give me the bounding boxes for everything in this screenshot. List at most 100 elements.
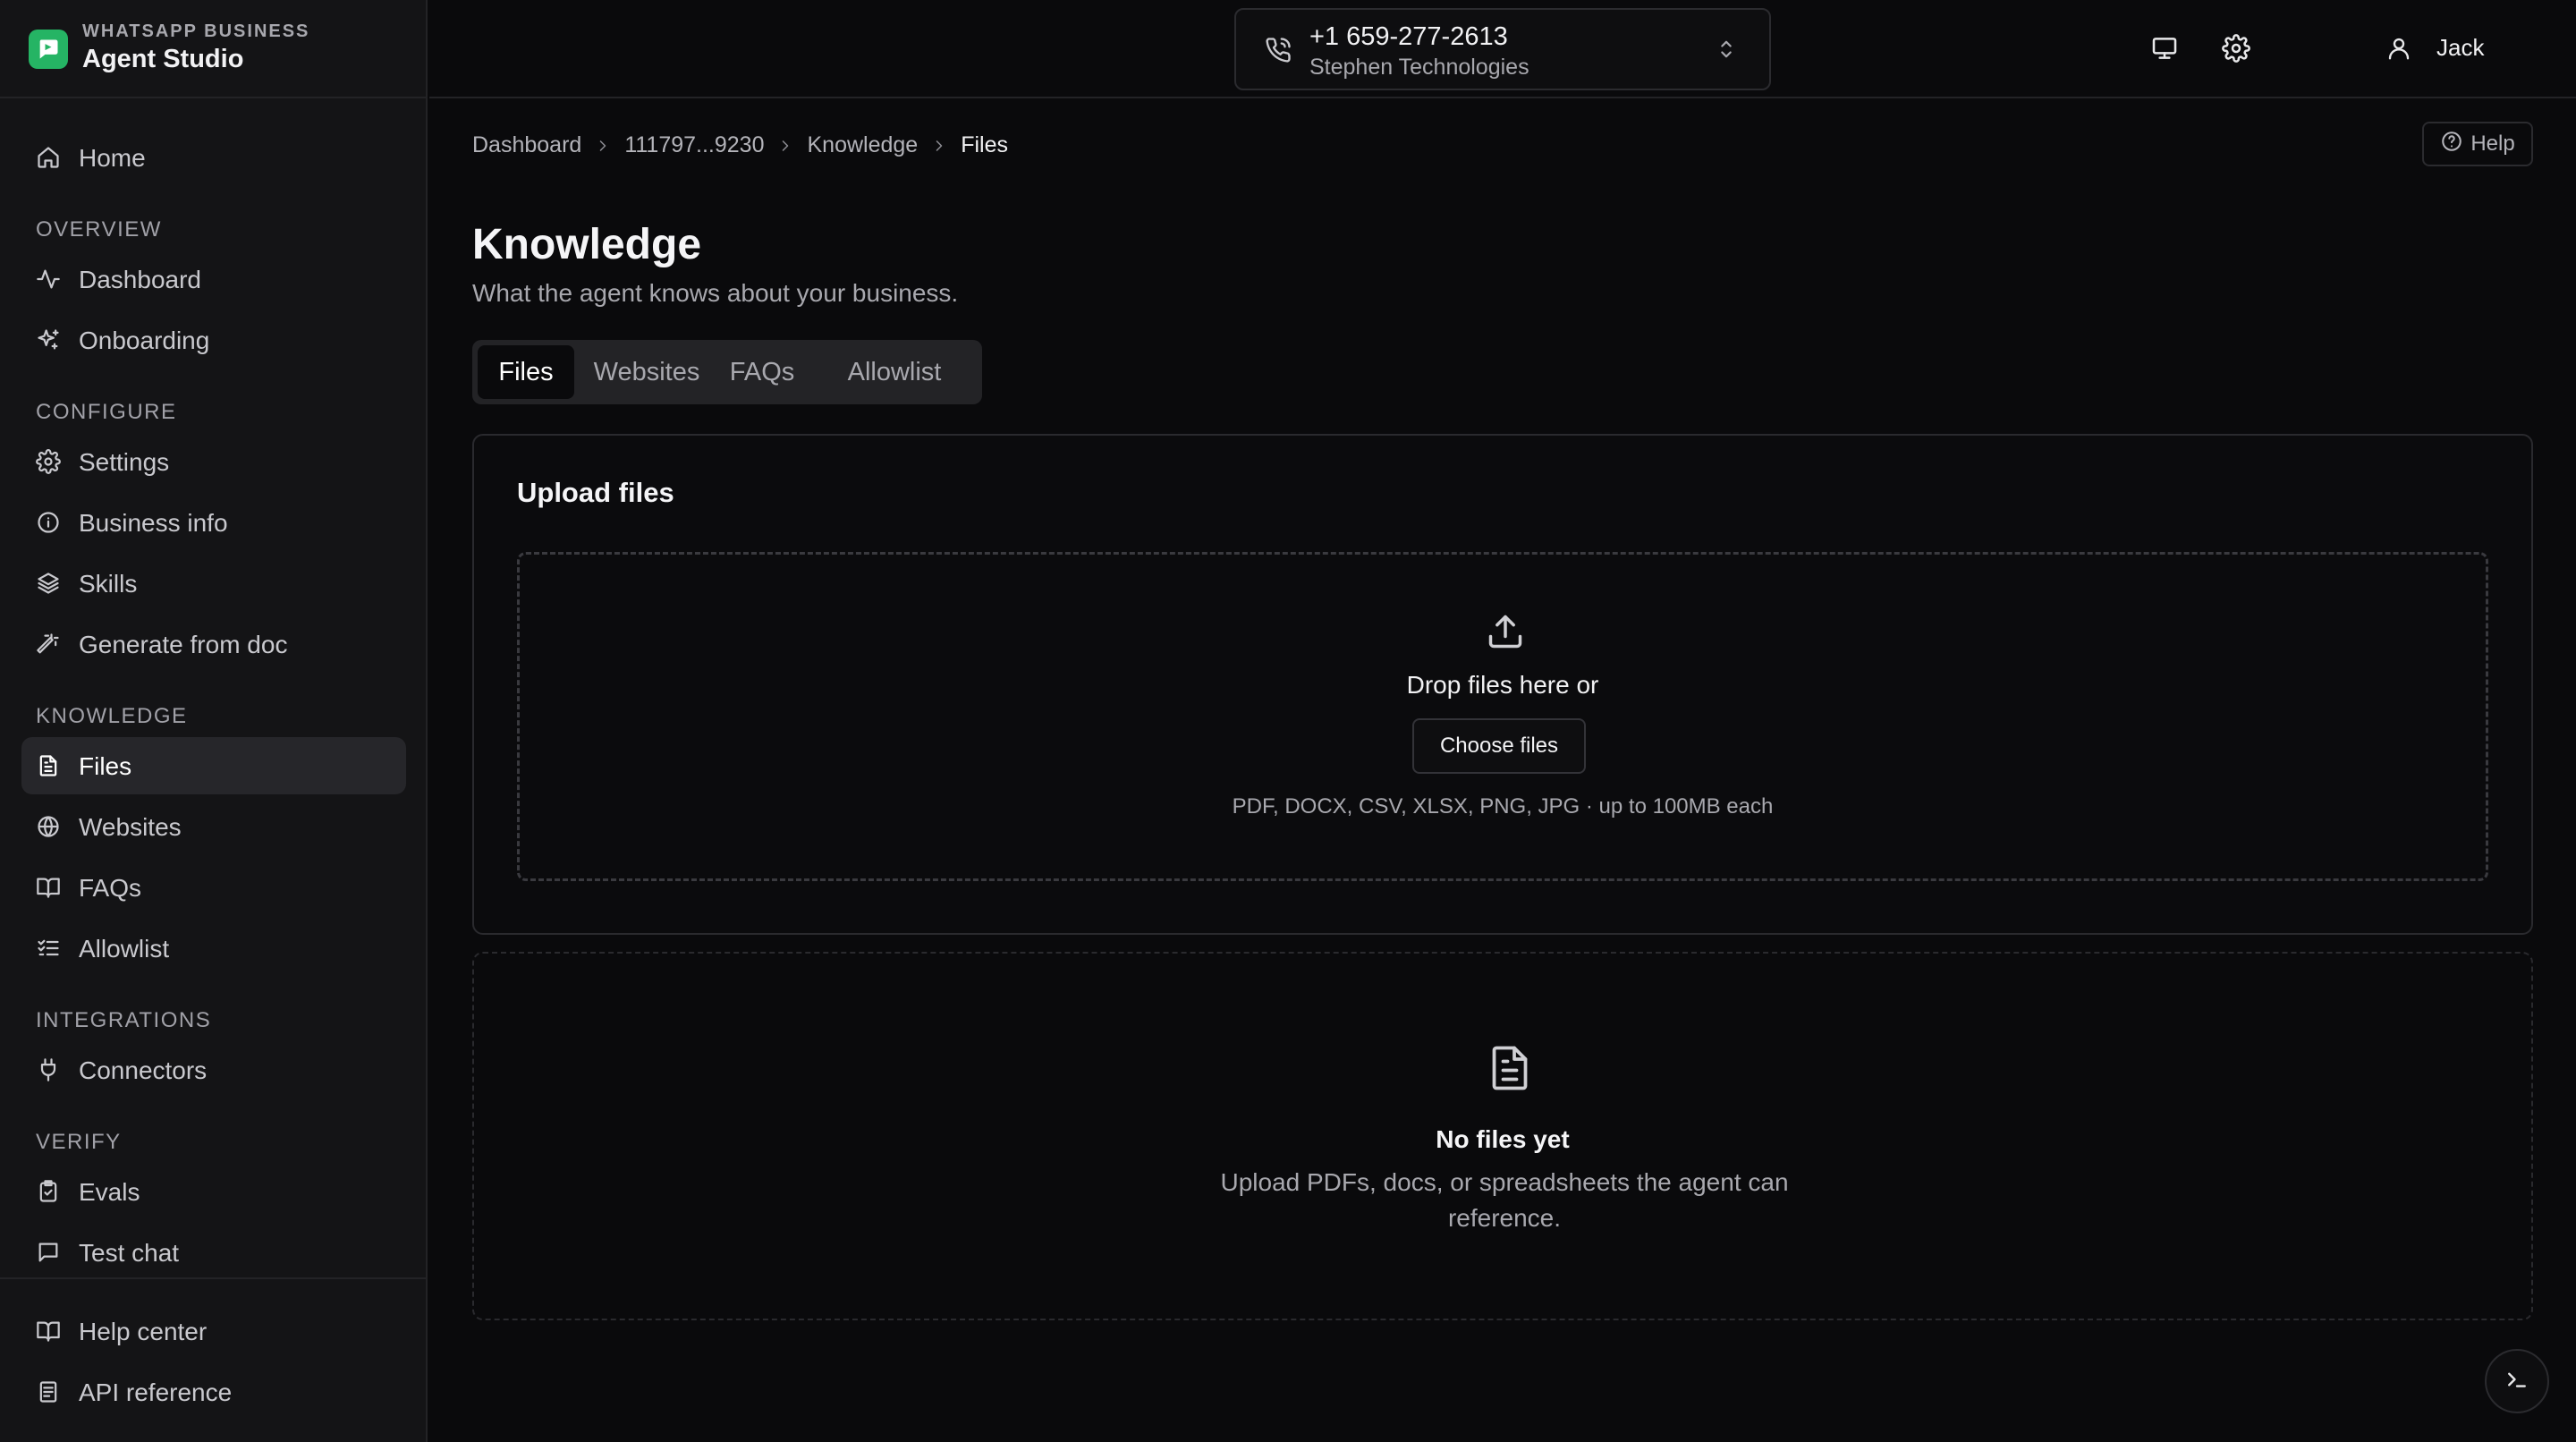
sidebar-item-websites[interactable]: Websites <box>21 798 406 855</box>
page-title: Knowledge <box>472 221 702 268</box>
home-icon <box>36 145 61 170</box>
sidebar-item-onboarding[interactable]: Onboarding <box>21 311 406 369</box>
section-label-configure: CONFIGURE <box>36 400 177 424</box>
breadcrumb-item-account[interactable]: 111797...9230 <box>624 132 764 158</box>
sidebar-item-label: Dashboard <box>79 266 201 293</box>
sidebar: WHATSAPP BUSINESS Agent Studio Home OVER… <box>0 0 428 1442</box>
activity-icon <box>36 267 61 292</box>
gear-icon[interactable] <box>2220 32 2252 64</box>
section-label-integrations: INTEGRATIONS <box>36 1008 212 1032</box>
sidebar-item-label: Websites <box>79 813 182 841</box>
main-content: Dashboard 111797...9230 Knowledge Files … <box>429 100 2576 1442</box>
help-button[interactable]: Help <box>2422 122 2533 166</box>
brand-header: WHATSAPP BUSINESS Agent Studio <box>0 0 428 98</box>
empty-state-description: Upload PDFs, docs, or spreadsheets the a… <box>1220 1168 1789 1232</box>
sidebar-item-label: Settings <box>79 448 170 476</box>
top-bar: +1 659-277-2613 Stephen Technologies Jac… <box>429 0 2576 98</box>
whatsapp-logo-icon <box>29 30 68 69</box>
user-icon[interactable] <box>2383 32 2415 64</box>
drop-files-text: Drop files here or <box>1406 671 1599 699</box>
sidebar-item-files[interactable]: Files <box>21 737 406 794</box>
section-label-knowledge: KNOWLEDGE <box>36 704 188 728</box>
user-name[interactable]: Jack <box>2436 34 2484 62</box>
book-icon <box>36 1319 61 1344</box>
upload-icon <box>1486 612 1525 656</box>
file-text-icon <box>1483 1041 1537 1099</box>
sparkles-icon <box>36 327 61 352</box>
phone-number-selector[interactable]: +1 659-277-2613 Stephen Technologies <box>1234 8 1771 90</box>
empty-state: No files yet Upload PDFs, docs, or sprea… <box>472 952 2533 1320</box>
breadcrumb-item-dashboard[interactable]: Dashboard <box>472 132 581 158</box>
sidebar-item-test-chat[interactable]: Test chat <box>21 1224 406 1281</box>
sidebar-item-label: API reference <box>79 1378 233 1406</box>
page-subtitle: What the agent knows about your business… <box>472 279 959 307</box>
sidebar-item-evals[interactable]: Evals <box>21 1163 406 1220</box>
chevron-right-icon <box>930 137 948 155</box>
sidebar-item-label: Generate from doc <box>79 631 288 658</box>
chevron-up-down-icon <box>1714 37 1739 66</box>
tab-files[interactable]: Files <box>478 345 574 399</box>
globe-icon <box>36 814 61 839</box>
layers-icon <box>36 571 61 596</box>
document-icon <box>36 1379 61 1404</box>
breadcrumb-item-files: Files <box>961 132 1008 157</box>
brand-subtitle: WHATSAPP BUSINESS <box>82 21 310 41</box>
tab-faqs[interactable]: FAQs <box>719 345 805 399</box>
file-icon <box>36 753 61 778</box>
sidebar-item-settings[interactable]: Settings <box>21 433 406 490</box>
tab-allowlist[interactable]: Allowlist <box>812 345 977 399</box>
sidebar-item-label: FAQs <box>79 874 142 902</box>
sidebar-divider <box>0 1277 428 1279</box>
upload-card: Upload files Drop files here or Choose f… <box>472 434 2533 935</box>
sidebar-item-home[interactable]: Home <box>21 129 406 186</box>
sidebar-item-label: Test chat <box>79 1239 180 1267</box>
sidebar-item-help-center[interactable]: Help center <box>21 1302 406 1360</box>
wand-icon <box>36 632 61 657</box>
breadcrumb: Dashboard 111797...9230 Knowledge Files <box>472 132 1008 158</box>
help-button-label: Help <box>2470 131 2515 156</box>
supported-formats-text: PDF, DOCX, CSV, XLSX, PNG, JPG · up to 1… <box>1232 794 1774 819</box>
sidebar-item-connectors[interactable]: Connectors <box>21 1041 406 1098</box>
sidebar-item-label: Allowlist <box>79 935 170 963</box>
section-label-verify: VERIFY <box>36 1130 122 1154</box>
plug-icon <box>36 1057 61 1082</box>
sidebar-item-label: Business info <box>79 509 228 537</box>
empty-state-title: No files yet <box>1436 1125 1570 1153</box>
brand-title: Agent Studio <box>82 45 244 73</box>
breadcrumb-item-knowledge[interactable]: Knowledge <box>807 132 918 158</box>
choose-files-button[interactable]: Choose files <box>1412 718 1586 774</box>
phone-number: +1 659-277-2613 <box>1309 22 1508 51</box>
file-dropzone[interactable]: Drop files here or Choose files PDF, DOC… <box>517 552 2488 881</box>
sidebar-item-generate-from-doc[interactable]: Generate from doc <box>21 615 406 673</box>
section-label-overview: OVERVIEW <box>36 217 162 242</box>
phone-icon <box>1265 37 1292 68</box>
book-icon <box>36 875 61 900</box>
company-name: Stephen Technologies <box>1309 55 1530 80</box>
knowledge-tabs: Files Websites FAQs Allowlist <box>472 340 982 404</box>
sidebar-item-allowlist[interactable]: Allowlist <box>21 920 406 977</box>
sidebar-item-label: Files <box>79 752 132 780</box>
help-circle-icon <box>2440 130 2463 159</box>
sidebar-item-label: Evals <box>79 1178 140 1206</box>
sidebar-item-label: Help center <box>79 1318 208 1345</box>
sidebar-item-label: Skills <box>79 570 138 598</box>
terminal-icon <box>2504 1366 2530 1397</box>
console-button[interactable] <box>2485 1349 2549 1413</box>
sidebar-item-api-reference[interactable]: API reference <box>21 1363 406 1421</box>
clipboard-check-icon <box>36 1179 61 1204</box>
sidebar-item-label: Onboarding <box>79 327 210 354</box>
chevron-right-icon <box>776 137 794 155</box>
sidebar-item-dashboard[interactable]: Dashboard <box>21 250 406 308</box>
sidebar-item-label: Connectors <box>79 1056 208 1084</box>
sidebar-item-skills[interactable]: Skills <box>21 555 406 612</box>
chevron-right-icon <box>594 137 612 155</box>
tab-websites[interactable]: Websites <box>581 345 712 399</box>
info-icon <box>36 510 61 535</box>
list-check-icon <box>36 936 61 961</box>
sidebar-item-label: Home <box>79 144 146 172</box>
sidebar-item-business-info[interactable]: Business info <box>21 494 406 551</box>
sidebar-item-faqs[interactable]: FAQs <box>21 859 406 916</box>
upload-title: Upload files <box>517 477 674 508</box>
chat-icon <box>36 1240 61 1265</box>
monitor-icon[interactable] <box>2148 32 2181 64</box>
